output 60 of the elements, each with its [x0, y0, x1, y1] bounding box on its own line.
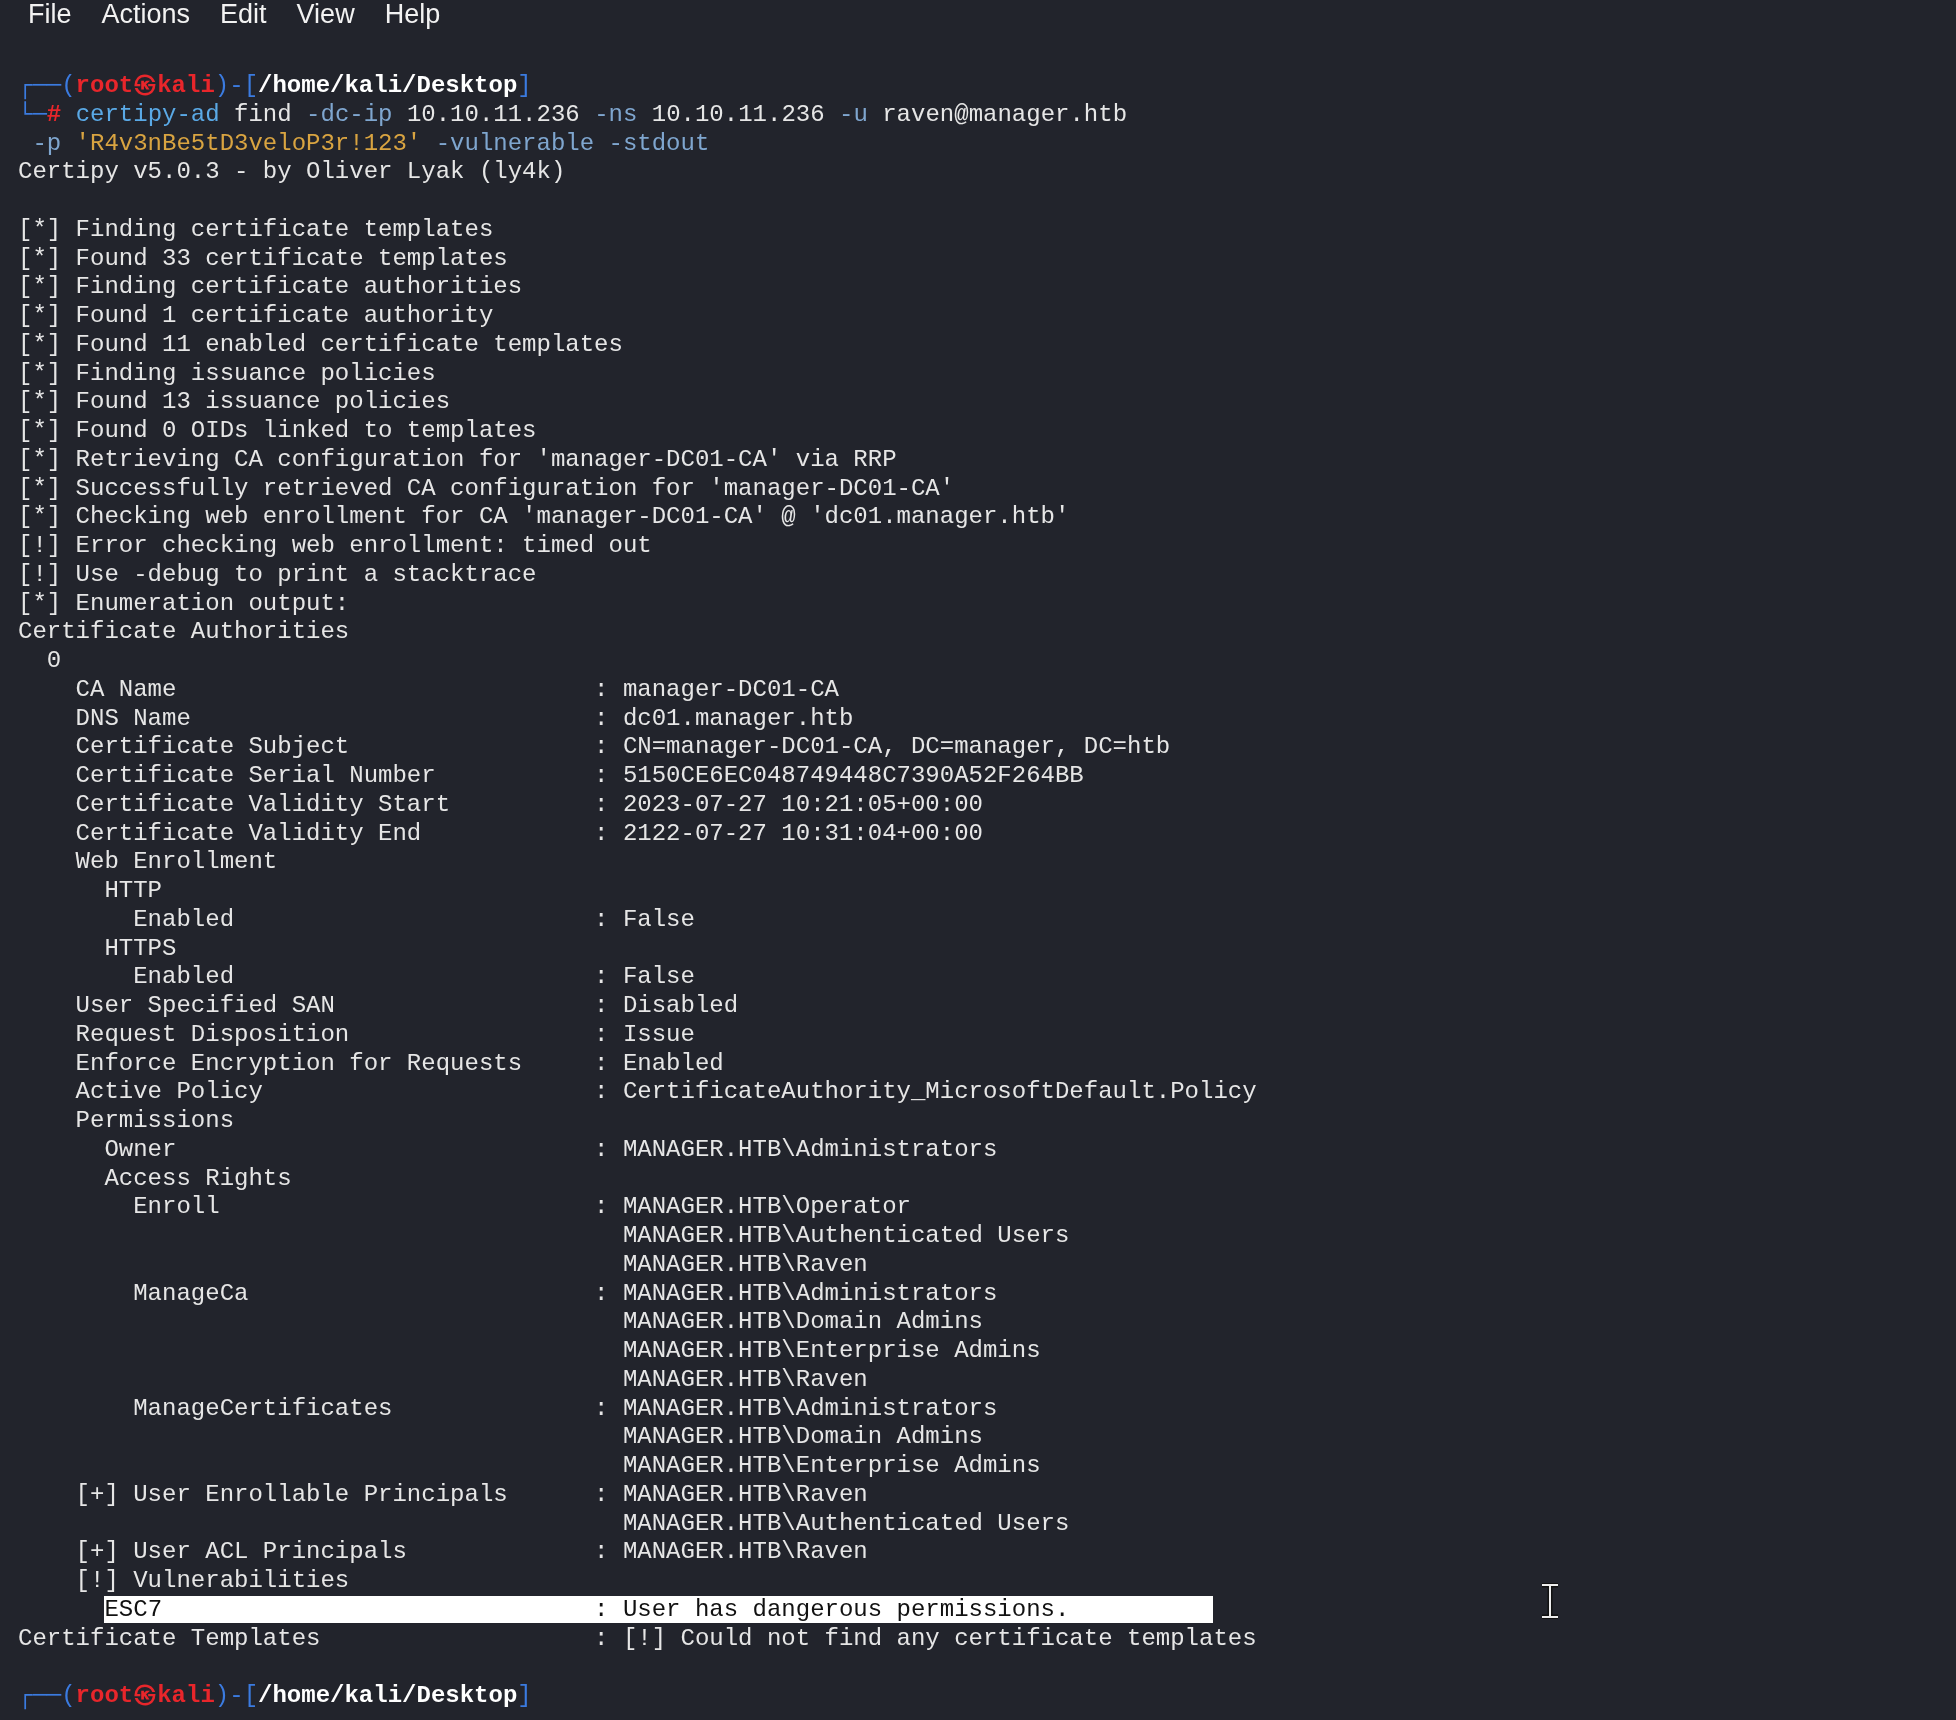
menu-item[interactable]: Edit — [220, 0, 267, 29]
terminal-line: Owner : MANAGER.HTB\Administrators — [103, 1135, 998, 1165]
terminal-line: [*] Found 13 issuance policies — [18, 388, 451, 417]
terminal-line: Enabled : False — [132, 905, 695, 935]
terminal-line: Certificate Validity End : 2122-07-27 10:31:04+00:00 — [74, 819, 983, 849]
terminal-line: [!] Error checking web enrollment: timed out — [18, 532, 652, 561]
terminal-line: Certipy v5.0.3 - by Oliver Lyak (ly4k) — [18, 158, 566, 187]
terminal-line: [*] Found 1 certificate authority — [18, 302, 494, 331]
terminal-line: Access Rights — [103, 1164, 292, 1194]
terminal-line: HTTPS — [103, 934, 177, 964]
terminal-line: [+] User Enrollable Principals : MANAGER.HTB\Raven — [74, 1480, 868, 1510]
terminal-line: [*] Found 33 certificate templates — [18, 244, 508, 274]
terminal-line: MANAGER.HTB\Enterprise Admins — [621, 1452, 1041, 1481]
terminal-line: [*] Found 11 enabled certificate templates — [18, 330, 623, 360]
menu-item[interactable]: Help — [384, 0, 441, 29]
text-cursor-icon — [1540, 1583, 1560, 1619]
prompt-line: ┌──(root㉿kali)-[/home/kali/Desktop] — [18, 1682, 532, 1711]
terminal-line: ManageCertificates : MANAGER.HTB\Administrators — [132, 1394, 998, 1424]
terminal-line: Certificate Subject : CN=manager-DC01-CA, DC=manager, DC=htb — [74, 733, 1171, 762]
terminal-line: [*] Finding certificate authorities — [18, 273, 523, 302]
terminal-line: Enabled : False — [132, 963, 695, 992]
terminal-line: Enroll : MANAGER.HTB\Operator — [132, 1193, 911, 1222]
terminal-line: MANAGER.HTB\Raven — [621, 1365, 868, 1395]
terminal-line: 0 — [45, 647, 62, 676]
terminal-line: MANAGER.HTB\Raven — [621, 1250, 868, 1280]
terminal-line: MANAGER.HTB\Enterprise Admins — [621, 1337, 1041, 1366]
terminal-line: [+] User ACL Principals : MANAGER.HTB\Raven — [74, 1538, 868, 1567]
terminal-line: MANAGER.HTB\Domain Admins — [621, 1308, 983, 1337]
menu-item[interactable]: View — [296, 0, 355, 29]
terminal-line: Request Disposition : Issue — [74, 1020, 695, 1050]
terminal-line: ManageCa : MANAGER.HTB\Administrators — [132, 1279, 998, 1309]
terminal-line: User Specified SAN : Disabled — [74, 992, 739, 1021]
prompt-line: └─# certipy-ad find -dc-ip 10.10.11.236 -ns 10.10.11.236 -u raven@manager.htb — [18, 100, 1128, 130]
terminal-line: [*] Checking web enrollment for CA 'manager-DC01-CA' @ 'dc01.manager.htb' — [18, 503, 1070, 532]
terminal-line: [*] Finding issuance policies — [18, 359, 436, 389]
terminal-line: DNS Name : dc01.manager.htb — [74, 704, 854, 734]
terminal-line: CA Name : manager-DC01-CA — [74, 675, 839, 705]
menu-item[interactable]: Actions — [101, 0, 191, 29]
terminal-line: [*] Found 0 OIDs linked to templates — [18, 417, 537, 446]
terminal-line: Certificate Authorities — [18, 618, 350, 647]
terminal-line: Permissions — [74, 1107, 235, 1136]
terminal-line: MANAGER.HTB\Authenticated Users — [621, 1509, 1070, 1539]
terminal-line: Certificate Serial Number : 5150CE6EC048749448C7390A52F264BB — [74, 762, 1084, 791]
menu-item[interactable]: File — [28, 0, 72, 29]
prompt-line: -p 'R4v3nBe5tD3veloP3r!123' -vulnerable -stdout — [31, 129, 710, 159]
terminal-line: MANAGER.HTB\Domain Admins — [621, 1423, 983, 1452]
terminal-line: Certificate Validity Start : 2023-07-27 10:21:05+00:00 — [74, 790, 983, 820]
terminal-line: Web Enrollment — [74, 848, 278, 877]
terminal-line: [*] Enumeration output: — [18, 589, 350, 619]
terminal-line: [*] Successfully retrieved CA configuration for 'manager-DC01-CA' — [18, 474, 955, 504]
terminal-line: [*] Finding certificate templates — [18, 215, 494, 245]
terminal-line: [*] Retrieving CA configuration for 'manager-DC01-CA' via RRP — [18, 445, 897, 475]
terminal-line: [!] Use -debug to print a stacktrace — [18, 560, 537, 590]
terminal-line: MANAGER.HTB\Authenticated Users — [621, 1222, 1070, 1251]
terminal-line: [!] Vulnerabilities — [74, 1567, 350, 1596]
prompt-line: ┌──(root㉿kali)-[/home/kali/Desktop] — [18, 72, 532, 100]
terminal-line: Enforce Encryption for Requests : Enabled — [74, 1049, 724, 1079]
terminal-line: HTTP — [103, 877, 163, 906]
terminal-line: Active Policy : CertificateAuthority_MicrosoftDefault.Policy — [74, 1078, 1257, 1107]
terminal-line: Certificate Templates : [!] Could not find any certificate templates — [18, 1624, 1257, 1654]
